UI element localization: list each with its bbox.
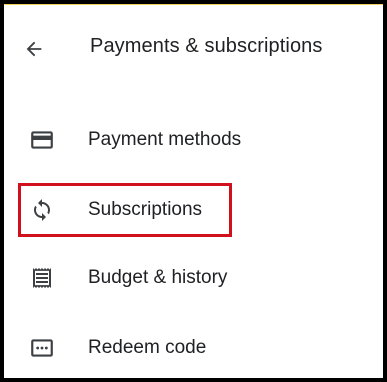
back-button[interactable]: [18, 33, 50, 65]
credit-card-icon: [28, 126, 56, 154]
app-header: Payments & subscriptions: [4, 5, 383, 91]
menu-item-subscriptions[interactable]: Subscriptions: [4, 185, 383, 235]
page-title: Payments & subscriptions: [90, 35, 323, 57]
redeem-code-icon: [28, 334, 56, 362]
arrow-back-icon: [26, 41, 42, 57]
menu-item-label: Redeem code: [88, 337, 207, 358]
menu-item-payment-methods[interactable]: Payment methods: [4, 115, 383, 165]
sync-icon: [28, 196, 56, 224]
menu-item-redeem-code[interactable]: Redeem code: [4, 323, 383, 373]
menu-item-label: Subscriptions: [88, 199, 203, 220]
device-frame: Payments & subscriptions Payment methods…: [0, 0, 387, 382]
menu-item-label: Payment methods: [88, 129, 242, 150]
menu-item-budget-history[interactable]: Budget & history: [4, 253, 383, 303]
receipt-icon: [28, 264, 56, 292]
settings-screen: Payments & subscriptions Payment methods…: [4, 4, 383, 378]
menu-item-label: Budget & history: [88, 267, 228, 288]
